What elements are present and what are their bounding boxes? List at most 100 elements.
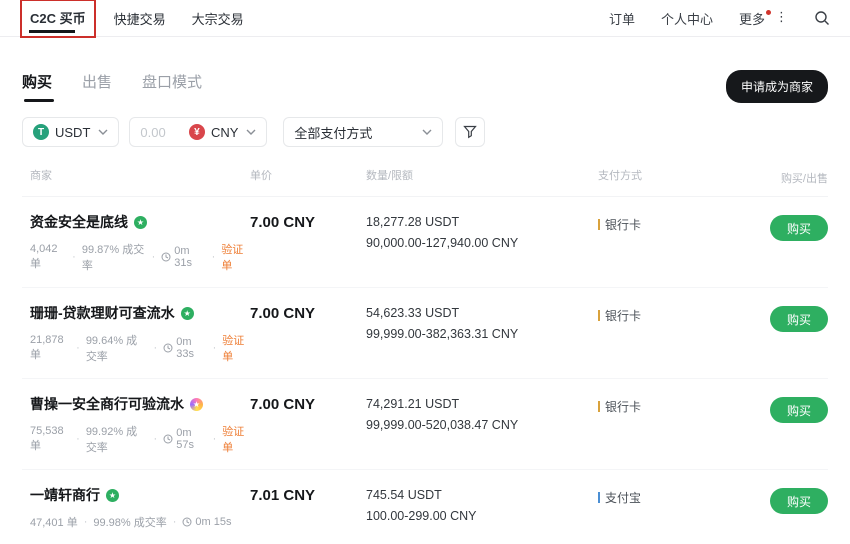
nav-item-more-label: 更多 (739, 9, 765, 28)
completion-rate: 99.64% 成交率 (86, 332, 148, 364)
diamond-merchant-badge-icon: ★ (190, 398, 203, 411)
table-header: 商家 单价 数量/限额 支付方式 购买/出售 (22, 167, 828, 197)
header-price: 单价 (250, 167, 366, 186)
tab-orderbook-mode[interactable]: 盘口模式 (142, 71, 202, 102)
payment-method-select[interactable]: 全部支付方式 (283, 117, 443, 147)
unit-price: 7.00 CNY (250, 212, 366, 231)
verified-merchant-badge-icon: ★ (106, 489, 119, 502)
chevron-down-icon (98, 129, 108, 135)
merchant-name[interactable]: 一靖轩商行 ★ (30, 485, 250, 505)
filters-row: T USDT ¥ CNY 全部支付方式 (22, 117, 828, 147)
payment-method: 支付宝 (598, 485, 748, 506)
payment-method: 银行卡 (598, 212, 748, 233)
dot-separator (148, 433, 164, 445)
available-amount: 18,277.28 USDT (366, 212, 598, 229)
buy-button[interactable]: 购买 (770, 215, 828, 241)
dot-separator (66, 251, 82, 263)
avg-release-time: 0m 31s (174, 245, 205, 269)
cny-icon: ¥ (189, 124, 205, 140)
fiat-select[interactable]: ¥ CNY (189, 124, 256, 140)
order-count: 75,538 单 (30, 425, 70, 453)
payment-method: 银行卡 (598, 394, 748, 415)
payment-method: 银行卡 (598, 303, 748, 324)
order-limit: 99,999.00-382,363.31 CNY (366, 327, 598, 341)
buy-button[interactable]: 购买 (770, 488, 828, 514)
nav-item-orders[interactable]: 订单 (609, 9, 635, 28)
bank-card-bar-icon (598, 310, 600, 321)
avg-release-time: 0m 33s (176, 336, 206, 360)
merchant-stats: 21,878 单 99.64% 成交率 0m 33s 验证单 (30, 332, 250, 364)
completion-rate: 99.92% 成交率 (86, 423, 148, 455)
dot-separator (206, 251, 222, 263)
alipay-bar-icon (598, 492, 600, 503)
merchant-stats: 4,042 单 99.87% 成交率 0m 31s 验证单 (30, 241, 250, 273)
order-count: 21,878 单 (30, 334, 70, 362)
nav-item-c2c-buy[interactable]: C2C 买币 (20, 0, 96, 38)
bank-card-bar-icon (598, 219, 600, 230)
dot-separator (70, 433, 86, 445)
fiat-select-value: CNY (211, 125, 238, 140)
order-count: 47,401 单 (30, 514, 78, 530)
avg-release-time: 0m 57s (176, 427, 206, 451)
table-row: 曹操一安全商行可验流水 ★ 75,538 单 99.92% 成交率 0m 57s… (22, 379, 828, 470)
top-nav: C2C 买币 快捷交易 大宗交易 订单 个人中心 更多 ⋮ (0, 0, 850, 37)
clock-icon (182, 517, 192, 527)
table-row: 珊珊-贷款理财可查流水 ★ 21,878 单 99.64% 成交率 0m 33s… (22, 288, 828, 379)
kebab-menu-icon[interactable]: ⋮ (775, 9, 788, 25)
available-amount: 74,291.21 USDT (366, 394, 598, 411)
verified-order-tag: 验证单 (222, 423, 250, 455)
dot-separator (148, 342, 164, 354)
merchant-name[interactable]: 珊珊-贷款理财可查流水 ★ (30, 303, 250, 323)
crypto-select[interactable]: T USDT (22, 117, 119, 147)
order-limit: 99,999.00-520,038.47 CNY (366, 418, 598, 432)
unit-price: 7.01 CNY (250, 485, 366, 504)
apply-merchant-button[interactable]: 申请成为商家 (726, 70, 828, 103)
tab-buy[interactable]: 购买 (22, 71, 52, 102)
bank-card-bar-icon (598, 401, 600, 412)
header-merchant: 商家 (22, 167, 250, 186)
order-limit: 100.00-299.00 CNY (366, 509, 598, 523)
nav-item-profile[interactable]: 个人中心 (661, 9, 713, 28)
header-payment: 支付方式 (598, 167, 748, 186)
nav-right-group: 订单 个人中心 更多 ⋮ (583, 9, 830, 28)
buy-button[interactable]: 购买 (770, 397, 828, 423)
filter-funnel-icon[interactable] (455, 117, 485, 147)
order-limit: 90,000.00-127,940.00 CNY (366, 236, 598, 250)
nav-item-c2c-label: C2C 买币 (30, 11, 86, 26)
merchant-stats: 75,538 单 99.92% 成交率 0m 57s 验证单 (30, 423, 250, 455)
dot-separator (70, 342, 86, 354)
tab-sell[interactable]: 出售 (82, 71, 112, 102)
completion-rate: 99.87% 成交率 (82, 241, 146, 273)
clock-icon (161, 252, 171, 262)
crypto-select-value: USDT (55, 125, 90, 140)
merchant-name[interactable]: 资金安全是底线 ★ (30, 212, 250, 232)
nav-item-express-trade[interactable]: 快捷交易 (114, 9, 166, 28)
dot-separator (146, 251, 162, 263)
dot-separator (207, 433, 223, 445)
search-icon[interactable] (814, 10, 830, 26)
mode-tabs: 购买 出售 盘口模式 (22, 71, 232, 102)
amount-input[interactable] (140, 125, 188, 140)
chevron-down-icon (422, 129, 432, 135)
buy-button[interactable]: 购买 (770, 306, 828, 332)
order-count: 4,042 单 (30, 243, 66, 271)
verified-order-tag: 验证单 (222, 332, 250, 364)
header-amount-limit: 数量/限额 (366, 167, 598, 186)
c2c-main: 购买 出售 盘口模式 申请成为商家 T USDT ¥ CNY 全部支付方式 (0, 70, 850, 544)
usdt-icon: T (33, 124, 49, 140)
verified-merchant-badge-icon: ★ (181, 307, 194, 320)
clock-icon (163, 343, 173, 353)
dot-separator (207, 342, 223, 354)
table-row: 一靖轩商行 ★ 47,401 单 99.98% 成交率 0m 15s 7.01 … (22, 470, 828, 544)
table-row: 资金安全是底线 ★ 4,042 单 99.87% 成交率 0m 31s 验证单 … (22, 197, 828, 288)
merchant-name[interactable]: 曹操一安全商行可验流水 ★ (30, 394, 250, 414)
tabs-row: 购买 出售 盘口模式 申请成为商家 (22, 70, 828, 103)
dot-separator (167, 516, 183, 528)
unit-price: 7.00 CNY (250, 303, 366, 322)
nav-item-block-trade[interactable]: 大宗交易 (192, 9, 244, 28)
nav-item-more[interactable]: 更多 ⋮ (739, 9, 788, 28)
completion-rate: 99.98% 成交率 (93, 514, 166, 530)
header-buy-sell: 购买/出售 (748, 167, 828, 186)
nav-left-group: C2C 买币 快捷交易 大宗交易 (20, 0, 270, 38)
available-amount: 745.54 USDT (366, 485, 598, 502)
